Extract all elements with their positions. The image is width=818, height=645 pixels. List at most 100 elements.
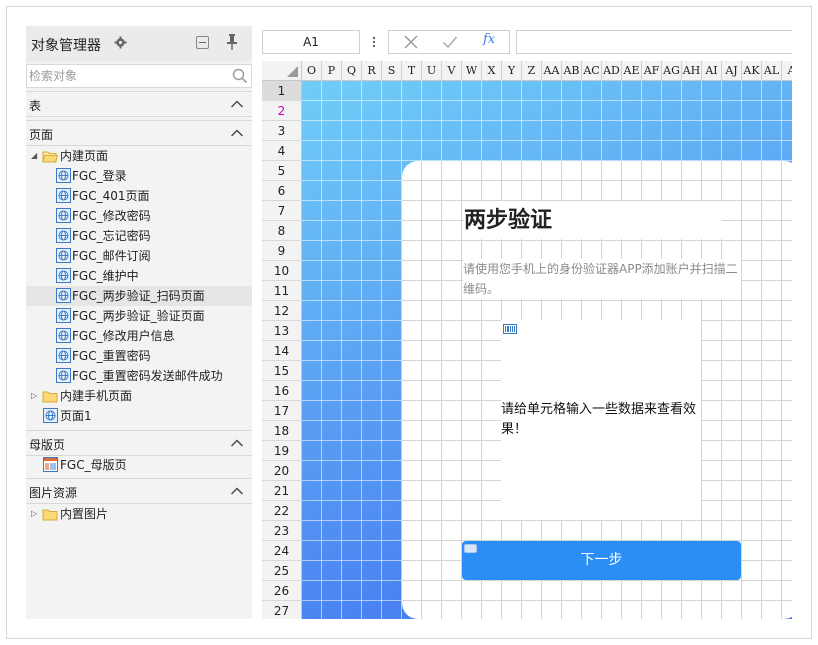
column-header[interactable]: AH	[682, 61, 702, 81]
section-tables[interactable]: 表	[26, 91, 252, 117]
row-header[interactable]: 15	[262, 361, 302, 381]
tree-item-master[interactable]: FGC_母版页	[26, 455, 252, 475]
column-header[interactable]: AD	[602, 61, 622, 81]
row-header[interactable]: 12	[262, 301, 302, 321]
column-header[interactable]: S	[382, 61, 402, 81]
tree-item-page[interactable]: FGC_维护中	[26, 266, 252, 286]
tree-item-page[interactable]: FGC_修改密码	[26, 206, 252, 226]
cell-reference-box[interactable]: A1	[262, 30, 360, 54]
row-header[interactable]: 22	[262, 501, 302, 521]
row-header[interactable]: 21	[262, 481, 302, 501]
column-header[interactable]: Q	[342, 61, 362, 81]
column-header[interactable]: A	[782, 61, 792, 81]
collapse-all-icon[interactable]	[196, 36, 209, 49]
chevron-up-icon[interactable]	[230, 127, 244, 139]
column-header[interactable]: U	[422, 61, 442, 81]
column-header[interactable]: Y	[502, 61, 522, 81]
row-header[interactable]: 26	[262, 581, 302, 601]
form-card[interactable]: 两步验证 请使用您手机上的身份验证器APP添加账户并扫描二维码。 请给单元格输入…	[402, 161, 792, 619]
column-header[interactable]: AE	[622, 61, 642, 81]
row-header[interactable]: 11	[262, 281, 302, 301]
row-header[interactable]: 24	[262, 541, 302, 561]
row-header[interactable]: 9	[262, 241, 302, 261]
qr-image-cell[interactable]: 请给单元格输入一些数据来查看效果！	[501, 320, 701, 520]
column-header[interactable]: AG	[662, 61, 682, 81]
select-all-corner[interactable]	[262, 61, 302, 81]
column-header[interactable]: AI	[702, 61, 722, 81]
tree-label: FGC_两步验证_验证页面	[72, 309, 205, 323]
row-header[interactable]: 19	[262, 441, 302, 461]
row-header[interactable]: 1	[262, 81, 302, 101]
expanded-arrow-icon[interactable]: ◢	[31, 146, 41, 166]
row-header[interactable]: 10	[262, 261, 302, 281]
row-header[interactable]: 7	[262, 201, 302, 221]
column-header[interactable]: W	[462, 61, 482, 81]
row-header[interactable]: 8	[262, 221, 302, 241]
tree-label: FGC_重置密码	[72, 349, 151, 363]
collapsed-arrow-icon[interactable]: ▷	[31, 504, 41, 524]
chevron-up-icon[interactable]	[230, 485, 244, 497]
section-images[interactable]: 图片资源	[26, 478, 252, 504]
check-icon[interactable]	[442, 35, 458, 52]
column-header[interactable]: AJ	[722, 61, 742, 81]
column-header[interactable]: O	[302, 61, 322, 81]
tree-item-page[interactable]: FGC_修改用户信息	[26, 326, 252, 346]
row-header[interactable]: 13	[262, 321, 302, 341]
column-header[interactable]: AK	[742, 61, 762, 81]
chevron-up-icon[interactable]	[230, 98, 244, 110]
pin-icon[interactable]	[225, 33, 239, 51]
column-header[interactable]: P	[322, 61, 342, 81]
row-header[interactable]: 5	[262, 161, 302, 181]
tree-folder-builtin-pages[interactable]: ◢ 内建页面	[26, 146, 252, 166]
column-header[interactable]: AB	[562, 61, 582, 81]
section-masters[interactable]: 母版页	[26, 430, 252, 456]
column-header[interactable]: AL	[762, 61, 782, 81]
column-header[interactable]: AA	[542, 61, 562, 81]
tree-item-page[interactable]: FGC_登录	[26, 166, 252, 186]
tree-folder-mobile-pages[interactable]: ▷ 内建手机页面	[26, 386, 252, 406]
row-header[interactable]: 17	[262, 401, 302, 421]
description-text[interactable]: 请使用您手机上的身份验证器APP添加账户并扫描二维码。	[463, 259, 741, 299]
row-header[interactable]: 16	[262, 381, 302, 401]
row-header[interactable]: 2	[262, 101, 302, 121]
column-header[interactable]: V	[442, 61, 462, 81]
row-header[interactable]: 6	[262, 181, 302, 201]
row-header[interactable]: 3	[262, 121, 302, 141]
row-header[interactable]: 23	[262, 521, 302, 541]
tree-item-page[interactable]: FGC_两步验证_验证页面	[26, 306, 252, 326]
column-header[interactable]: Z	[522, 61, 542, 81]
close-icon[interactable]	[403, 34, 419, 53]
page-heading[interactable]: 两步验证	[464, 201, 722, 239]
row-header[interactable]: 18	[262, 421, 302, 441]
column-header[interactable]: T	[402, 61, 422, 81]
tree-folder-images[interactable]: ▷ 内置图片	[26, 504, 252, 524]
tree-item-page[interactable]: FGC_重置密码发送邮件成功	[26, 366, 252, 386]
cell-area[interactable]: 两步验证 请使用您手机上的身份验证器APP添加账户并扫描二维码。 请给单元格输入…	[302, 81, 792, 619]
folder-open-icon	[42, 149, 59, 163]
row-header[interactable]: 20	[262, 461, 302, 481]
tree-item-page[interactable]: FGC_两步验证_扫码页面	[26, 286, 252, 306]
column-header[interactable]: AC	[582, 61, 602, 81]
chevron-up-icon[interactable]	[230, 437, 244, 449]
fx-icon[interactable]: fx	[483, 32, 495, 47]
formula-input[interactable]	[516, 30, 792, 54]
tree-item-page[interactable]: FGC_401页面	[26, 186, 252, 206]
tree-item-page[interactable]: FGC_忘记密码	[26, 226, 252, 246]
section-pages[interactable]: 页面	[26, 120, 252, 146]
next-button[interactable]: 下一步	[462, 541, 741, 580]
tree-item-page1[interactable]: 页面1	[26, 406, 252, 426]
row-header[interactable]: 25	[262, 561, 302, 581]
search-input[interactable]	[27, 65, 227, 87]
column-header[interactable]: X	[482, 61, 502, 81]
row-header[interactable]: 27	[262, 601, 302, 619]
column-header[interactable]: AF	[642, 61, 662, 81]
more-options-icon[interactable]	[371, 33, 377, 51]
gear-icon[interactable]	[114, 36, 128, 50]
row-header[interactable]: 14	[262, 341, 302, 361]
search-icon[interactable]	[232, 68, 248, 84]
row-header[interactable]: 4	[262, 141, 302, 161]
column-header[interactable]: R	[362, 61, 382, 81]
tree-item-page[interactable]: FGC_重置密码	[26, 346, 252, 366]
tree-item-page[interactable]: FGC_邮件订阅	[26, 246, 252, 266]
collapsed-arrow-icon[interactable]: ▷	[31, 386, 41, 406]
